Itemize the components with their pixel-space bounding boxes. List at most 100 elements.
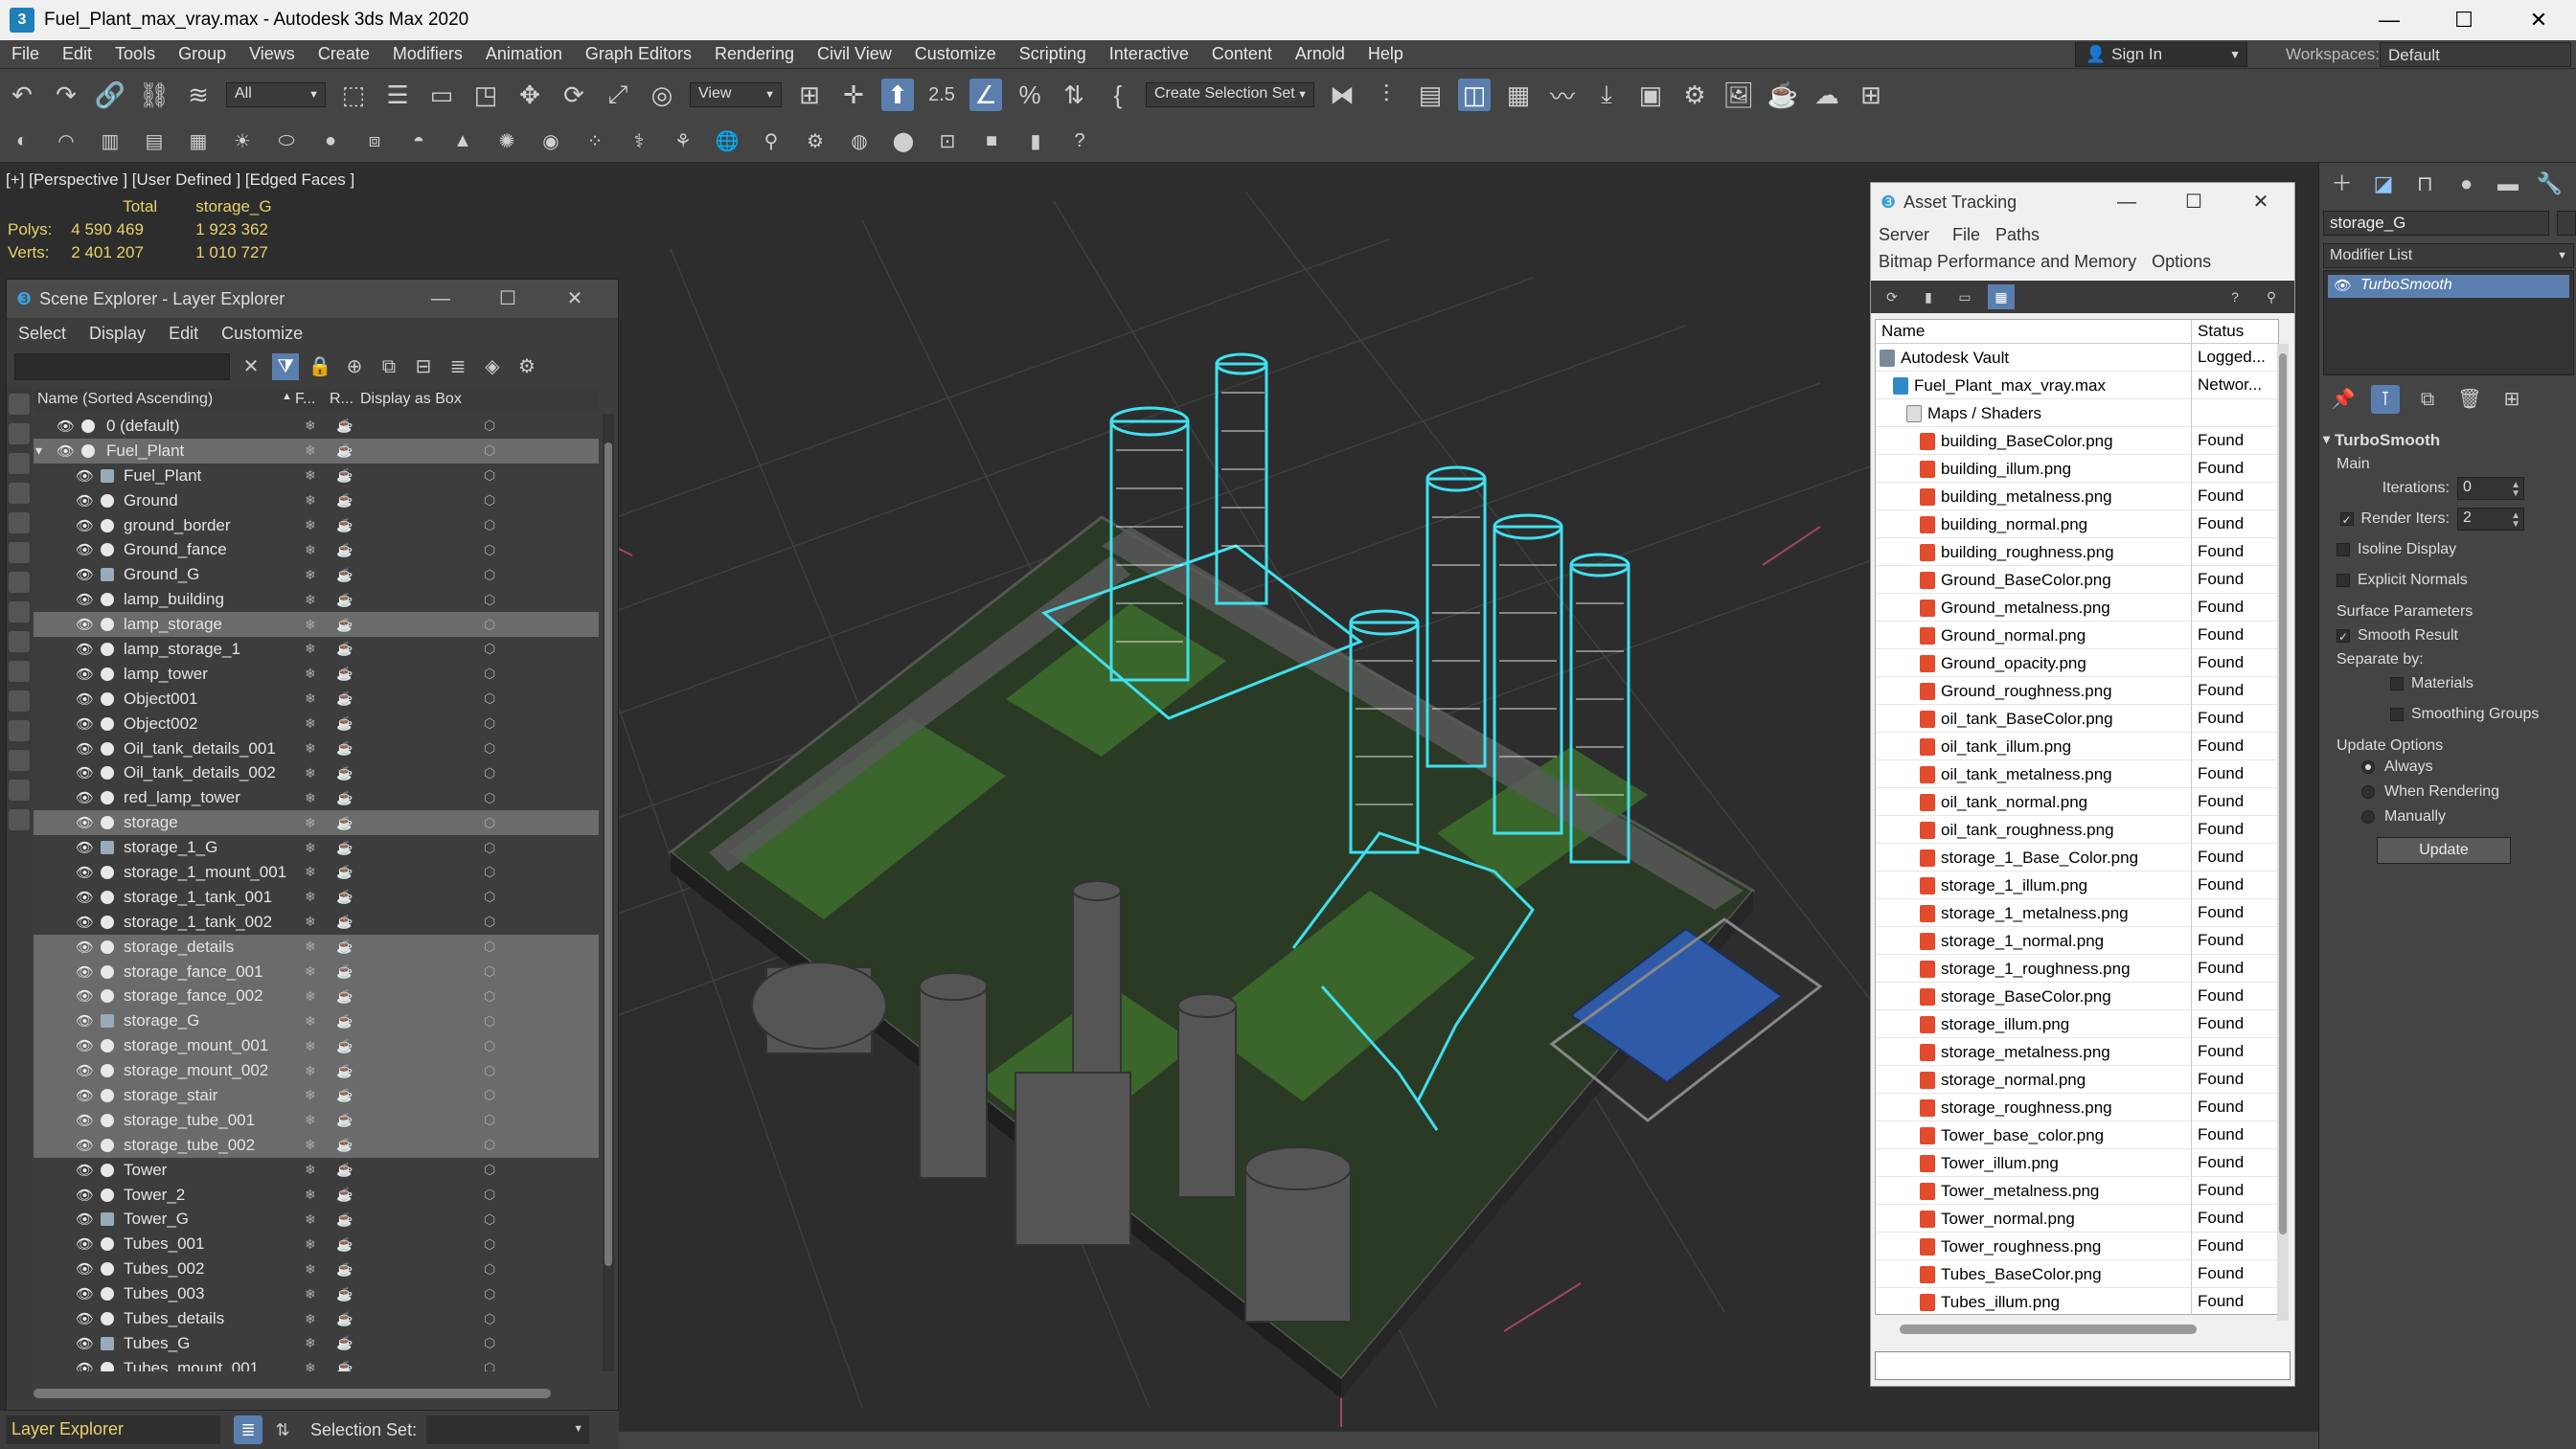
visibility-eye-icon[interactable]: 👁 [76,1260,94,1278]
display-as-box-icon[interactable]: ⬡ [484,988,495,1005]
visibility-eye-icon[interactable]: 👁 [76,814,94,831]
layer-row[interactable]: 👁 Tower_2 ❄ ☕ ⬡ [34,1183,599,1208]
vray-settings-icon[interactable]: ▮ [1023,129,1048,154]
render-iters-spinner[interactable]: 2 ▲ ▼ [2457,508,2524,531]
layer-row[interactable]: 👁 ground_border ❄ ☕ ⬡ [34,513,599,538]
freeze-icon[interactable]: ❄ [305,939,316,955]
display-as-box-icon[interactable]: ⬡ [484,517,495,533]
display-as-box-icon[interactable]: ⬡ [484,889,495,905]
vray-sun-light-icon[interactable]: ✺ [494,129,519,154]
curve-editor-icon[interactable]: 〰 [1546,79,1579,111]
se-menu-display[interactable]: Display [78,324,157,344]
filter-helpers-icon[interactable] [9,512,30,533]
a360-gallery-icon[interactable]: ⊞ [1855,79,1887,111]
vray-icon[interactable]: ◐ [10,129,34,154]
renderable-icon[interactable]: ☕ [336,840,353,856]
renderable-icon[interactable]: ☕ [336,1211,353,1228]
vray-lister-icon[interactable]: ⊡ [935,129,960,154]
visibility-eye-icon[interactable]: 👁 [76,467,94,485]
modify-tab-icon[interactable]: ◪ [2368,169,2398,199]
selection-filter-select[interactable]: All ▼ [226,82,326,107]
display-as-box-icon[interactable]: ⬡ [484,1187,495,1203]
menu-edit[interactable]: Edit [51,44,103,64]
scene-explorer-hscrollbar[interactable] [34,1389,551,1398]
ribbon-toggle-icon[interactable]: ▦ [1502,79,1535,111]
display-as-box-icon[interactable]: ⬡ [484,1335,495,1351]
menu-animation[interactable]: Animation [474,44,574,64]
explorer-name-field[interactable]: Layer Explorer [6,1415,220,1444]
renderable-icon[interactable]: ☕ [336,442,353,459]
at-menu-file[interactable]: File [1945,225,1988,245]
menu-civil-view[interactable]: Civil View [806,44,903,64]
pivot-center-icon[interactable]: ⊞ [793,79,826,111]
minimize-icon[interactable]: — [2352,0,2427,40]
asset-row[interactable]: building_normal.png Found [1876,509,2278,538]
asset-row[interactable]: storage_roughness.png Found [1876,1093,2278,1121]
display-as-box-icon[interactable]: ⬡ [484,939,495,955]
layer-row[interactable]: 👁 storage ❄ ☕ ⬡ [34,810,599,836]
filter-icon[interactable]: ⧩ [272,353,299,380]
turbosmooth-rollout-title[interactable]: TurboSmooth [2323,431,2574,450]
visibility-eye-icon[interactable]: 👁 [76,1137,94,1154]
display-as-box-icon[interactable]: ⬡ [484,1063,495,1079]
display-as-box-icon[interactable]: ⬡ [484,1360,495,1371]
at-menu-paths[interactable]: Paths [1988,225,2047,245]
clear-search-icon[interactable]: ✕ [238,353,264,380]
filter-shapes-icon[interactable] [9,423,30,444]
scrollbar-thumb[interactable] [604,442,612,1266]
scene-explorer-scrollbar[interactable] [603,414,614,1371]
col-name-header[interactable]: Name (Sorted Ascending) [34,389,278,412]
display-as-box-icon[interactable]: ⬡ [484,1038,495,1054]
asset-row[interactable]: oil_tank_BaseColor.png Found [1876,704,2278,733]
freeze-icon[interactable]: ❄ [305,1087,316,1103]
display-as-box-icon[interactable]: ⬡ [484,1112,495,1128]
renderable-icon[interactable]: ☕ [336,1360,353,1371]
renderable-icon[interactable]: ☕ [336,1261,353,1278]
renderable-icon[interactable]: ☕ [336,418,353,434]
vray-bitmap-icon[interactable]: ⧈ [362,129,387,154]
freeze-icon[interactable]: ❄ [305,442,316,459]
iterations-spinner[interactable]: 0 ▲ ▼ [2457,477,2524,500]
visibility-eye-icon[interactable]: 👁 [76,1310,94,1327]
asset-row[interactable]: Ground_metalness.png Found [1876,593,2278,622]
se-menu-edit[interactable]: Edit [157,324,210,344]
display-as-box-icon[interactable]: ⬡ [484,740,495,757]
vray-render-icon[interactable]: ■ [979,129,1004,154]
visibility-eye-icon[interactable]: 👁 [76,591,94,608]
filter-xrefs-icon[interactable] [9,601,30,623]
asset-row[interactable]: storage_normal.png Found [1876,1065,2278,1094]
visibility-eye-icon[interactable]: 👁 [76,1235,94,1253]
renderable-icon[interactable]: ☕ [336,889,353,905]
visibility-eye-icon[interactable]: 👁 [76,1112,94,1129]
vray-toon-icon[interactable]: ◍ [847,129,872,154]
display-as-box-icon[interactable]: ⬡ [484,641,495,657]
freeze-icon[interactable]: ❄ [305,1236,316,1253]
display-as-box-icon[interactable]: ⬡ [484,691,495,707]
renderable-icon[interactable]: ☕ [336,467,353,484]
window-crossing-icon[interactable]: ◳ [469,79,502,111]
visibility-eye-icon[interactable]: 👁 [76,1211,94,1228]
freeze-icon[interactable]: ❄ [305,517,316,533]
visibility-eye-icon[interactable]: 👁 [57,442,75,460]
display-as-box-icon[interactable]: ⬡ [484,1236,495,1253]
at-menu-bitmap-performance[interactable]: Bitmap Performance and Memory [1871,252,2144,272]
freeze-icon[interactable]: ❄ [305,988,316,1005]
layers-icon[interactable]: ≣ [445,353,471,380]
visibility-eye-icon[interactable]: 👁 [76,889,94,906]
filter-containers-icon[interactable] [9,661,30,682]
layer-row[interactable]: 👁 storage_1_tank_002 ❄ ☕ ⬡ [34,910,599,935]
layer-row[interactable]: 👁 storage_1_tank_001 ❄ ☕ ⬡ [34,885,599,910]
rotate-icon[interactable]: ⟳ [558,79,590,111]
display-as-box-icon[interactable]: ⬡ [484,617,495,633]
sign-in-dropdown[interactable]: 👤 Sign In ▼ [2075,42,2247,67]
renderable-icon[interactable]: ☕ [336,765,353,781]
render-cloud-icon[interactable]: ☁ [1811,79,1843,111]
freeze-icon[interactable]: ❄ [305,1112,316,1128]
display-tab-icon[interactable]: ▬ [2493,169,2522,199]
asset-row[interactable]: building_metalness.png Found [1876,482,2278,510]
modifier-stack-item[interactable]: 👁 TurboSmooth [2328,275,2569,298]
filter-geometry-icon[interactable] [9,394,30,415]
filter-invert-icon[interactable] [9,809,30,830]
asset-row[interactable]: Ground_BaseColor.png Found [1876,565,2278,594]
renderable-icon[interactable]: ☕ [336,963,353,980]
